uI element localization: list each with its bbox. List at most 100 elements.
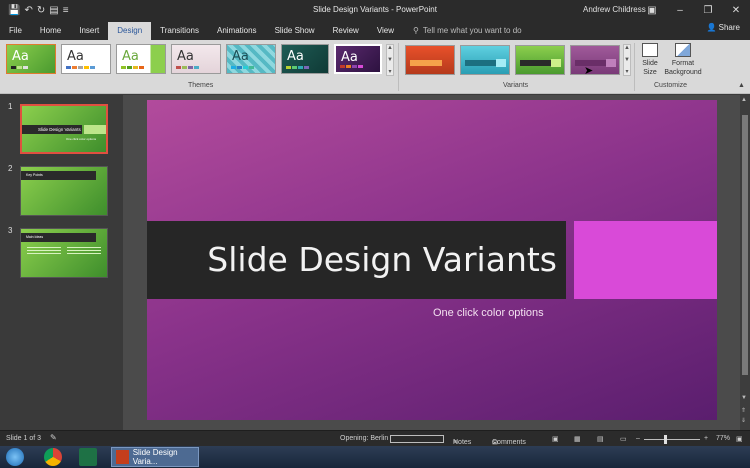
variant-thumb-cyan[interactable] [460, 45, 510, 75]
accent-block [574, 221, 717, 299]
format-background-icon [675, 43, 691, 57]
themes-scroll[interactable]: ▲ ▼ ▾ [386, 44, 394, 76]
slide-title[interactable]: Slide Design Variants [207, 221, 557, 299]
chevron-up-icon[interactable]: ▲ [387, 45, 393, 51]
tell-me-text: Tell me what you want to do [422, 26, 522, 35]
tab-transitions[interactable]: Transitions [151, 22, 208, 40]
theme-glyph: Aa [287, 49, 304, 64]
share-icon: 👤 [706, 23, 717, 32]
status-bar: Slide 1 of 3 ✎ Opening: Berlin ≡ Notes ✉… [0, 430, 750, 447]
scroll-down-icon[interactable]: ▼ [741, 395, 747, 401]
theme-thumb-facet[interactable]: Aa [116, 44, 166, 74]
opening-status: Opening: Berlin [340, 435, 389, 442]
reading-view-icon[interactable]: ▤ [597, 435, 604, 443]
variant-thumb-purple[interactable] [570, 45, 620, 75]
theme-thumb-ion-boardroom[interactable]: Aa [281, 44, 329, 74]
slide-sorter-icon[interactable]: ▦ [574, 435, 581, 443]
next-slide-icon[interactable]: ⇓ [741, 417, 746, 424]
undo-icon[interactable]: ↶ [24, 5, 32, 16]
spellcheck-icon[interactable]: ✎ [50, 433, 57, 442]
tab-home[interactable]: Home [31, 22, 70, 40]
close-icon[interactable]: ✕ [722, 0, 750, 20]
theme-thumb-ion[interactable]: Aa [226, 44, 276, 74]
tab-review[interactable]: Review [324, 22, 368, 40]
tab-design[interactable]: Design [108, 22, 152, 40]
slide-thumb-title: Main Ideas [26, 235, 44, 239]
variant-thumb-red[interactable] [405, 45, 455, 75]
zoom-in-icon[interactable]: + [704, 435, 708, 442]
excel-icon[interactable] [79, 448, 97, 466]
quick-access-toolbar: 💾 ↶ ↻ ▤ ≡ [8, 5, 69, 16]
more-icon[interactable]: ▾ [388, 68, 391, 75]
redo-icon[interactable]: ↻ [37, 5, 45, 16]
scroll-thumb[interactable] [742, 115, 748, 375]
theme-glyph: Aa [232, 49, 249, 64]
theme-thumb-office[interactable]: Aa [61, 44, 111, 74]
chrome-icon[interactable] [44, 448, 62, 466]
slideshow-view-icon[interactable]: ▭ [620, 435, 627, 443]
powerpoint-icon [116, 450, 129, 464]
theme-thumb-current[interactable]: Aa [6, 44, 56, 74]
slide-number: 2 [8, 164, 13, 173]
taskbar-app-label: Slide Design Varia... [132, 448, 178, 466]
windows-start-icon[interactable] [6, 448, 24, 466]
restore-icon[interactable]: ❐ [694, 0, 722, 20]
zoom-slider-handle[interactable] [664, 435, 667, 444]
theme-glyph: Aa [12, 49, 29, 64]
slide-count: Slide 1 of 3 [6, 435, 42, 442]
title-bar: 💾 ↶ ↻ ▤ ≡ Slide Design Variants - PowerP… [0, 0, 750, 20]
progress-bar [390, 435, 444, 443]
chevron-down-icon[interactable]: ▼ [387, 57, 393, 63]
prev-slide-icon[interactable]: ⇑ [741, 407, 746, 414]
share-label: Share [718, 23, 740, 32]
themes-group-label: Themes [188, 82, 214, 89]
variants-scroll[interactable]: ▲ ▼ ▾ [623, 44, 631, 76]
chevron-up-icon[interactable]: ▲ [624, 45, 630, 51]
taskbar-powerpoint-app[interactable]: Slide Design Varia... [111, 447, 199, 467]
slide-thumb-1[interactable]: Slide Design Variants One click color op… [20, 104, 108, 154]
share-button[interactable]: 👤 Share [706, 23, 740, 32]
tab-file[interactable]: File [0, 22, 31, 40]
zoom-level[interactable]: 77% [716, 435, 730, 442]
tab-view[interactable]: View [368, 22, 403, 40]
lightbulb-icon: ⚲ [413, 26, 419, 35]
group-divider [398, 43, 399, 91]
user-name[interactable]: Andrew Childress [583, 5, 646, 14]
zoom-out-icon[interactable]: – [636, 435, 640, 442]
tell-me-box[interactable]: ⚲ Tell me what you want to do [413, 22, 522, 40]
collapse-ribbon-icon[interactable]: ▲ [738, 82, 745, 89]
variants-group-label: Variants [503, 82, 529, 89]
normal-view-icon[interactable]: ▣ [552, 435, 559, 443]
theme-thumb-organic[interactable]: Aa [334, 44, 382, 74]
variant-thumb-green[interactable] [515, 45, 565, 75]
chevron-down-icon[interactable]: ▼ [624, 57, 630, 63]
group-divider [634, 43, 635, 91]
scroll-up-icon[interactable]: ▲ [741, 97, 747, 103]
ribbon-display-icon[interactable]: ▣ [638, 0, 666, 20]
vertical-scrollbar[interactable]: ▲ ▼ ⇑ ⇓ [740, 95, 750, 430]
save-icon[interactable]: 💾 [8, 5, 20, 16]
theme-thumb-integral[interactable]: Aa [171, 44, 221, 74]
slide-thumb-2[interactable]: Key Points [20, 166, 108, 216]
ribbon-tabs: File Home Insert Design Transitions Anim… [0, 20, 750, 40]
theme-glyph: Aa [341, 50, 358, 65]
slide-number: 3 [8, 226, 13, 235]
start-presentation-icon[interactable]: ▤ [49, 5, 58, 16]
slide-canvas[interactable]: Slide Design Variants One click color op… [147, 100, 717, 420]
customize-qat-icon[interactable]: ≡ [63, 5, 69, 16]
tab-slide-show[interactable]: Slide Show [266, 22, 324, 40]
zoom-slider[interactable] [644, 439, 700, 440]
tab-animations[interactable]: Animations [208, 22, 266, 40]
fit-to-window-icon[interactable]: ▣ [736, 435, 743, 443]
comments-label: Comments [492, 439, 526, 446]
title-band: Slide Design Variants [147, 221, 566, 299]
slide-size-button[interactable]: Slide Size [638, 43, 662, 77]
format-background-button[interactable]: Format Background [662, 43, 704, 77]
tab-insert[interactable]: Insert [70, 22, 108, 40]
more-icon[interactable]: ▾ [625, 68, 628, 75]
minimize-icon[interactable]: – [666, 0, 694, 20]
slide-thumb-3[interactable]: Main Ideas [20, 228, 108, 278]
slide-subtitle[interactable]: One click color options [433, 307, 544, 319]
slide-thumb-title: Slide Design Variants [38, 127, 81, 132]
format-background-label: Format Background [664, 60, 702, 76]
